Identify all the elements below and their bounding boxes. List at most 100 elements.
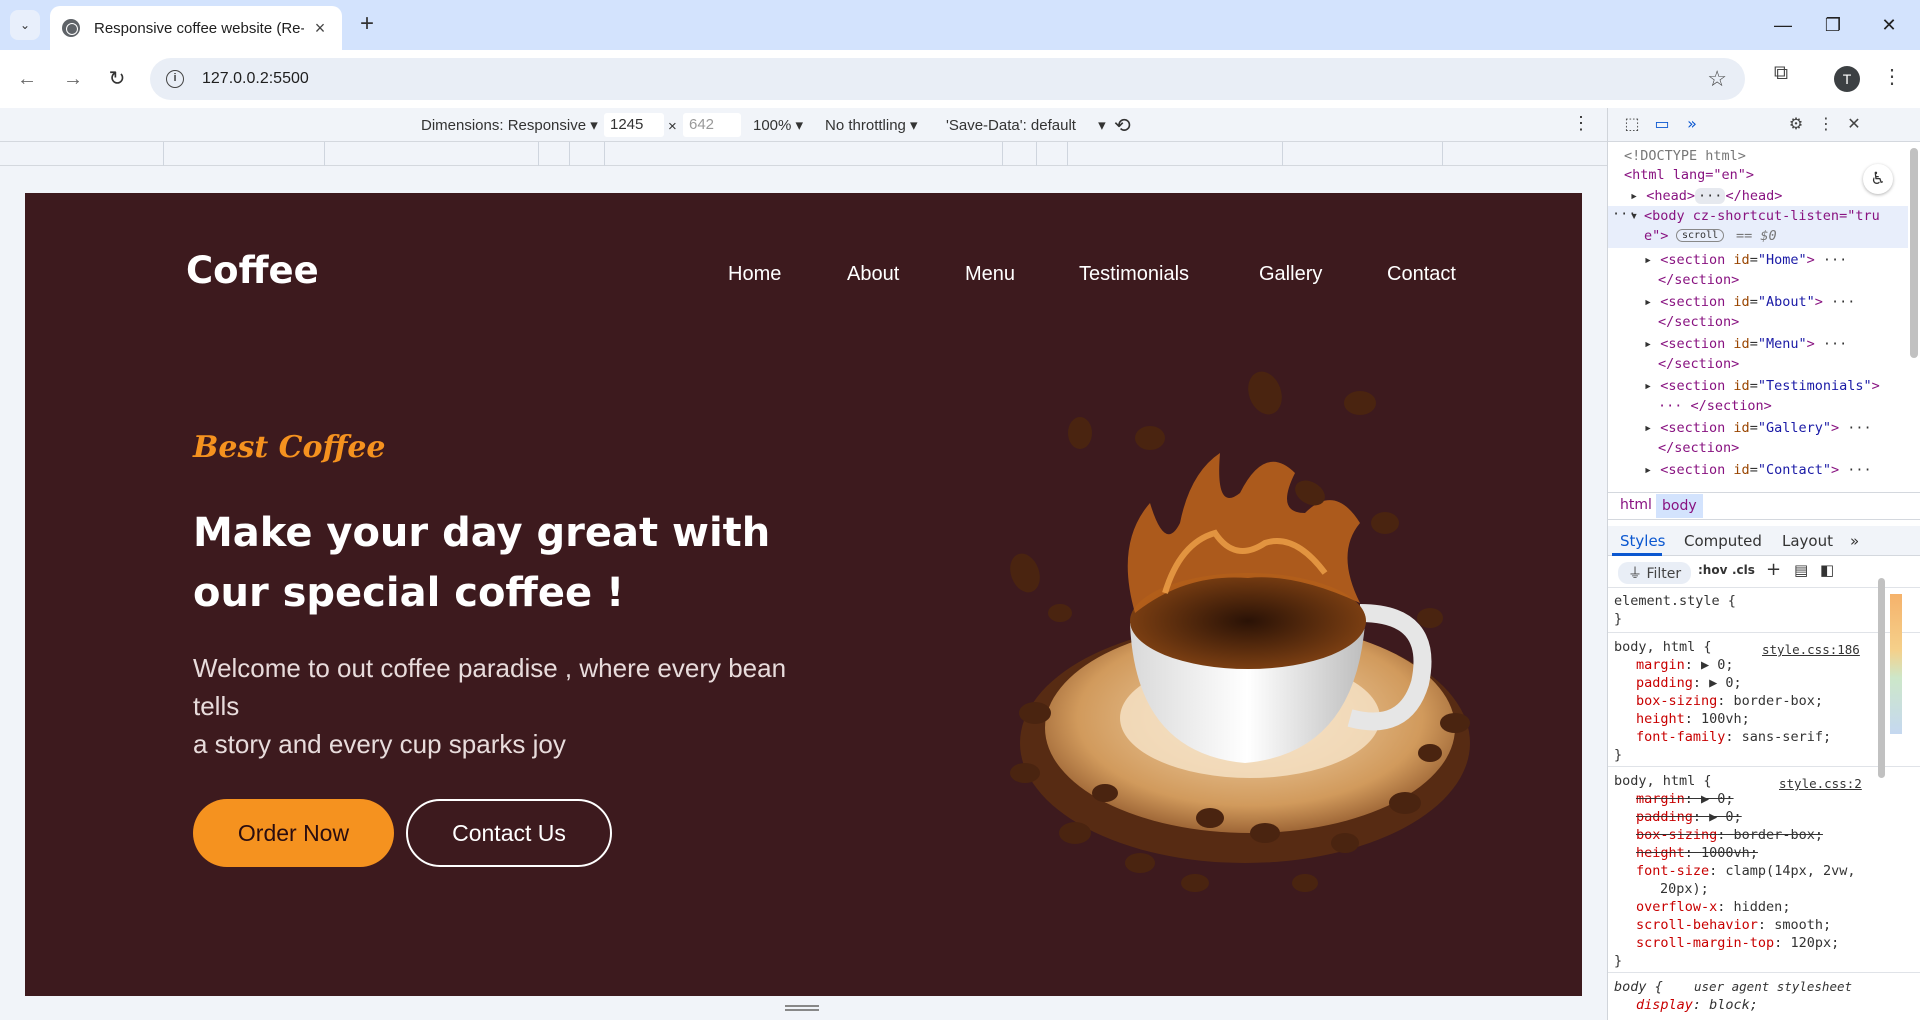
- rule2-prop[interactable]: scroll-behavior: smooth;: [1636, 916, 1831, 934]
- settings-gear-icon[interactable]: ⚙: [1784, 114, 1808, 136]
- width-input[interactable]: 1245: [604, 113, 664, 137]
- viewport-resize-handle[interactable]: [785, 1003, 821, 1013]
- rule1-prop[interactable]: height: 100vh;: [1636, 710, 1750, 728]
- rule1-prop[interactable]: padding: ▶ 0;: [1636, 674, 1742, 692]
- contact-us-button[interactable]: Contact Us: [406, 799, 612, 867]
- order-now-button[interactable]: Order Now: [193, 799, 394, 867]
- rule2-prop-cont: 20px);: [1660, 881, 1709, 897]
- nav-about[interactable]: About: [847, 263, 899, 286]
- styles-filter-bar: ⏚ Filter :hov .cls + ▤ ◧: [1608, 556, 1920, 588]
- nav-home[interactable]: Home: [728, 263, 781, 286]
- reload-icon[interactable]: ↻: [102, 64, 132, 94]
- rotate-icon[interactable]: ⟲: [1114, 113, 1131, 138]
- styles-scrollbar[interactable]: [1878, 578, 1885, 778]
- subtext-line-1: Welcome to out coffee paradise , where e…: [193, 653, 787, 683]
- browser-toolbar: ← → ↻ i 127.0.0.2:5500 ☆: [0, 50, 1920, 108]
- headline-line-1: Make your day great with: [193, 510, 771, 556]
- rule1-source-link[interactable]: style.css:186: [1762, 641, 1860, 659]
- inspect-element-icon[interactable]: ⬚: [1620, 114, 1644, 136]
- rule3-selector[interactable]: body {: [1614, 978, 1663, 996]
- accessibility-icon[interactable]: ♿: [1863, 164, 1893, 194]
- rule2-prop[interactable]: scroll-margin-top: 120px;: [1636, 934, 1839, 952]
- browser-menu-icon[interactable]: ⋮: [1882, 64, 1902, 89]
- section-contact-node[interactable]: ▸ <section id="Contact"> ···: [1644, 462, 1872, 478]
- close-icon[interactable]: ×: [310, 18, 330, 39]
- back-icon[interactable]: ←: [12, 64, 42, 94]
- section-testimonials-node[interactable]: ▸ <section id="Testimonials">: [1644, 378, 1880, 394]
- tab-title: Responsive coffee website (Re-c: [94, 19, 304, 37]
- browser-tab[interactable]: Responsive coffee website (Re-c ×: [50, 6, 342, 50]
- more-tabs-icon[interactable]: »: [1850, 532, 1859, 550]
- extensions-puzzle-icon[interactable]: ⧉: [1768, 62, 1794, 88]
- sidebar-toggle-icon[interactable]: ◧: [1820, 561, 1834, 579]
- tab-layout[interactable]: Layout: [1782, 532, 1833, 550]
- section-home-node[interactable]: ▸ <section id="Home"> ···: [1644, 252, 1847, 268]
- breadcrumb-body[interactable]: body: [1656, 494, 1703, 518]
- more-panels-icon[interactable]: »: [1680, 114, 1704, 136]
- minimize-icon[interactable]: —: [1760, 8, 1806, 42]
- body-node[interactable]: ··· ▾ <body cz-shortcut-listen="tru e"> …: [1608, 206, 1908, 248]
- more-options-icon[interactable]: ⋮: [1572, 113, 1590, 134]
- nav-gallery[interactable]: Gallery: [1259, 263, 1322, 286]
- doctype[interactable]: <!DOCTYPE html>: [1624, 148, 1746, 164]
- zoom-select[interactable]: 100% ▾: [753, 116, 803, 134]
- url-text[interactable]: 127.0.0.2:5500: [202, 70, 309, 88]
- new-rule-plus-icon[interactable]: +: [1766, 559, 1781, 580]
- media-query-bar[interactable]: [0, 142, 1607, 166]
- rule2-overridden-prop[interactable]: height: 1000vh;: [1636, 844, 1758, 862]
- head-node[interactable]: ▸ <head> ··· </head>: [1630, 188, 1782, 204]
- new-tab-plus-icon[interactable]: +: [352, 10, 382, 40]
- devtools-menu-icon[interactable]: ⋮: [1814, 114, 1838, 136]
- section-menu-node[interactable]: ▸ <section id="Menu"> ···: [1644, 336, 1847, 352]
- nav-testimonials[interactable]: Testimonials: [1079, 263, 1189, 286]
- dimensions-select[interactable]: Dimensions: Responsive ▾: [421, 116, 598, 134]
- window-close-icon[interactable]: ✕: [1866, 8, 1912, 42]
- rule1-prop[interactable]: box-sizing: border-box;: [1636, 692, 1823, 710]
- rule2-selector[interactable]: body, html {: [1614, 772, 1712, 790]
- rule2-overridden-prop[interactable]: padding: ▶ 0;: [1636, 808, 1742, 826]
- section-close: </section>: [1658, 314, 1740, 330]
- address-bar[interactable]: i 127.0.0.2:5500 ☆: [150, 58, 1745, 100]
- filter-input[interactable]: ⏚ Filter: [1618, 562, 1692, 584]
- section-gallery-node[interactable]: ▸ <section id="Gallery"> ···: [1644, 420, 1872, 436]
- breadcrumb: html body: [1608, 492, 1920, 520]
- breadcrumb-html[interactable]: html: [1620, 497, 1652, 513]
- device-toggle-icon[interactable]: ▭: [1650, 114, 1674, 136]
- tagline: Best Coffee: [193, 430, 386, 465]
- device-toolbar: Dimensions: Responsive ▾ 1245 × 642 100%…: [0, 108, 1607, 142]
- rule1-prop[interactable]: font-family: sans-serif;: [1636, 728, 1831, 746]
- height-input[interactable]: 642: [683, 113, 741, 137]
- save-data-select[interactable]: 'Save-Data': default ▾: [946, 116, 1106, 134]
- dom-scrollbar[interactable]: [1910, 148, 1918, 358]
- nav-menu[interactable]: Menu: [965, 263, 1015, 286]
- tab-search-chevron-icon[interactable]: ⌄: [10, 10, 40, 40]
- html-node[interactable]: <html lang="en">: [1624, 167, 1754, 183]
- hov-toggle[interactable]: :hov: [1698, 563, 1727, 577]
- tab-computed[interactable]: Computed: [1684, 532, 1762, 550]
- site-logo[interactable]: Coffee: [186, 249, 319, 292]
- rule2-overridden-prop[interactable]: box-sizing: border-box;: [1636, 826, 1823, 844]
- rule2-overridden-prop[interactable]: margin: ▶ 0;: [1636, 790, 1734, 808]
- rule2-prop[interactable]: overflow-x: hidden;: [1636, 898, 1790, 916]
- subtext-line-3: a story and every cup sparks joy: [193, 729, 566, 759]
- rule1-selector[interactable]: body, html {: [1614, 638, 1712, 656]
- rule1-prop[interactable]: margin: ▶ 0;: [1636, 656, 1734, 674]
- rule2-prop[interactable]: font-size: clamp(14px, 2vw,: [1636, 862, 1855, 880]
- restore-icon[interactable]: ❐: [1810, 8, 1856, 42]
- avatar[interactable]: T: [1834, 66, 1860, 92]
- element-style-selector[interactable]: element.style {: [1614, 592, 1736, 610]
- section-close: </section>: [1658, 440, 1740, 456]
- scroll-badge[interactable]: scroll: [1676, 229, 1725, 242]
- section-about-node[interactable]: ▸ <section id="About"> ···: [1644, 294, 1855, 310]
- cls-toggle[interactable]: .cls: [1732, 563, 1755, 577]
- throttling-select[interactable]: No throttling ▾: [825, 116, 918, 134]
- tab-styles[interactable]: Styles: [1620, 532, 1666, 550]
- paint-brush-icon[interactable]: ▤: [1794, 561, 1808, 579]
- site-info-icon[interactable]: i: [166, 70, 184, 88]
- forward-icon[interactable]: →: [58, 64, 88, 94]
- bookmark-star-icon[interactable]: ☆: [1707, 66, 1727, 92]
- rule3-prop[interactable]: display: block;: [1636, 996, 1758, 1014]
- devtools-close-icon[interactable]: ✕: [1842, 114, 1866, 136]
- nav-contact[interactable]: Contact: [1387, 263, 1456, 286]
- rule2-source-link[interactable]: style.css:2: [1779, 775, 1862, 793]
